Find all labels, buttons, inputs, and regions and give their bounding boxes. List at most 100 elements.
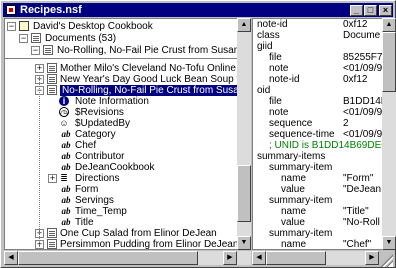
property-key: note xyxy=(269,107,289,118)
tree-hscrollbar[interactable]: ◀ ▶ xyxy=(4,251,251,265)
property-row[interactable]: note <01/09/98 xyxy=(257,107,382,118)
property-value: <01/09/98 xyxy=(343,63,382,74)
tree-doc-label: One Cup Salad from Elinor DeJean xyxy=(60,228,217,239)
scroll-up-button[interactable]: ▲ xyxy=(237,18,251,32)
property-value: B1DD14B xyxy=(343,96,382,107)
info-icon: i xyxy=(59,96,69,106)
property-key: sequence-time xyxy=(269,129,335,140)
property-row[interactable]: value "No-Roll xyxy=(257,217,382,228)
property-key: file xyxy=(269,96,282,107)
tree-vscrollbar[interactable]: ▲ ▼ xyxy=(237,18,251,250)
resize-grip[interactable] xyxy=(379,253,393,267)
tree-item-label: Chef xyxy=(75,140,97,151)
scroll-left-button[interactable]: ◀ xyxy=(4,251,18,265)
tree-pane[interactable]: − David's Desktop Cookbook − Documents (53)… xyxy=(4,18,237,250)
props-scroll-left-button[interactable]: ◀ xyxy=(252,251,266,265)
property-row[interactable]: class Docume xyxy=(257,30,382,41)
property-row[interactable]: value "DeJean xyxy=(257,184,382,195)
tree-item-label: Directions xyxy=(75,173,120,184)
tree-item-label: Note Information xyxy=(75,96,149,107)
property-row[interactable]: summary-item xyxy=(257,195,382,206)
maximize-button[interactable]: □ xyxy=(364,5,377,16)
properties-pane[interactable]: note-id0xf12classDocumegiidfile85255F76n… xyxy=(252,18,382,250)
document-icon xyxy=(47,63,57,73)
tree-doc-label: New Year's Day Good Luck Bean Soup from xyxy=(60,74,237,85)
property-row[interactable]: summary-item xyxy=(257,228,382,239)
property-row[interactable]: giid xyxy=(257,41,382,52)
property-row[interactable]: note-id 0xf12 xyxy=(257,19,382,30)
tree-documents-label: Documents (53) xyxy=(45,33,117,44)
property-row[interactable]: sequence 2 xyxy=(257,118,382,129)
property-row[interactable]: oid xyxy=(257,85,382,96)
minimize-button[interactable]: _ xyxy=(350,5,363,16)
property-key: class xyxy=(257,30,280,41)
close-button[interactable]: × xyxy=(379,5,392,16)
tree-item-label: DeJeanCookbook xyxy=(75,162,155,173)
props-scroll-down-button[interactable]: ▼ xyxy=(382,236,396,250)
property-key: summary-items xyxy=(257,151,326,162)
property-value: "No-Roll xyxy=(343,217,380,228)
collapse-toggle[interactable]: − xyxy=(7,22,16,31)
props-hscrollbar[interactable]: ◀ ▶ xyxy=(252,251,379,265)
props-vscrollbar[interactable]: ▲ ▼ xyxy=(382,18,396,250)
tree-doc-label: Persimmon Pudding from Elinor DeJean xyxy=(60,239,237,250)
scroll-thumb[interactable] xyxy=(237,165,251,222)
scroll-down-button[interactable]: ▼ xyxy=(237,236,251,250)
property-row[interactable]: note-id 0xf12 xyxy=(257,74,382,85)
document-icon xyxy=(47,239,57,249)
tree-item-label: Form xyxy=(75,184,99,195)
props-scroll-up-button[interactable]: ▲ xyxy=(382,18,396,32)
property-row[interactable]: note <01/09/98 xyxy=(257,63,382,74)
property-row[interactable]: summary-items xyxy=(257,151,382,162)
tree-doc-label: Mother Milo's Cleveland No-Tofu Online S… xyxy=(60,63,237,74)
app-icon[interactable] xyxy=(6,5,16,15)
property-value: "Chef" xyxy=(343,239,372,250)
tree-item-label: $Revisions xyxy=(75,107,124,118)
tree-separator xyxy=(5,58,237,60)
property-value: 0xf12 xyxy=(343,19,368,30)
property-key: file xyxy=(269,52,282,63)
property-key: summary-item xyxy=(269,195,333,206)
property-value: <01/09/98 xyxy=(343,107,382,118)
property-value: "DeJean xyxy=(343,184,382,195)
property-row[interactable]: summary-item xyxy=(257,162,382,173)
tree-doc-label: No-Rolling, No-Fail Pie Crust from Susan… xyxy=(60,85,237,96)
property-row[interactable]: name "Title" xyxy=(257,206,382,217)
props-scroll-right-button[interactable]: ▶ xyxy=(365,251,379,265)
tree-item-label: Contributor xyxy=(75,151,125,162)
text-field-icon: ab xyxy=(61,217,71,227)
expand-toggle[interactable]: + xyxy=(48,174,57,183)
property-row[interactable]: name "Chef" xyxy=(257,239,382,250)
collapse-toggle[interactable]: − xyxy=(19,34,28,43)
property-row[interactable]: ; UNID is B1DD14B69DEC0E xyxy=(257,140,382,151)
text-field-icon: ab xyxy=(61,162,71,172)
property-row[interactable]: sequence-time <01/09/98 xyxy=(257,129,382,140)
props-scroll-thumb[interactable] xyxy=(382,32,396,92)
tree-root-label: David's Desktop Cookbook xyxy=(33,21,153,32)
property-key: sequence xyxy=(269,118,313,129)
property-row[interactable]: file B1DD14B xyxy=(257,96,382,107)
property-key: summary-item xyxy=(269,228,333,239)
property-row[interactable]: file 85255F76 xyxy=(257,52,382,63)
property-key: note-id xyxy=(269,74,300,85)
tree-guide-line xyxy=(39,77,40,249)
property-value: 0xf12 xyxy=(343,74,368,85)
document-icon xyxy=(47,85,57,95)
hscroll-thumb[interactable] xyxy=(18,251,198,265)
scroll-right-button[interactable]: ▶ xyxy=(223,251,237,265)
expand-toggle[interactable]: + xyxy=(35,64,44,73)
property-key: note-id xyxy=(257,19,288,30)
tree-item-label: Time_Temp xyxy=(75,206,127,217)
tree-item-label: Title xyxy=(75,217,94,228)
text-field-icon: ab xyxy=(61,140,71,150)
clock-icon: ◷ xyxy=(59,107,69,118)
props-hscroll-thumb[interactable] xyxy=(266,251,326,265)
property-value: 2 xyxy=(343,118,349,129)
document-icon xyxy=(43,45,53,55)
collapse-toggle[interactable]: − xyxy=(31,46,40,55)
folder-icon xyxy=(31,33,41,43)
property-value: "Title" xyxy=(343,206,369,217)
property-row[interactable]: name "Form" xyxy=(257,173,382,184)
text-field-icon: ab xyxy=(61,129,71,139)
title-bar[interactable]: Recipes.nsf _ □ × xyxy=(3,3,393,17)
